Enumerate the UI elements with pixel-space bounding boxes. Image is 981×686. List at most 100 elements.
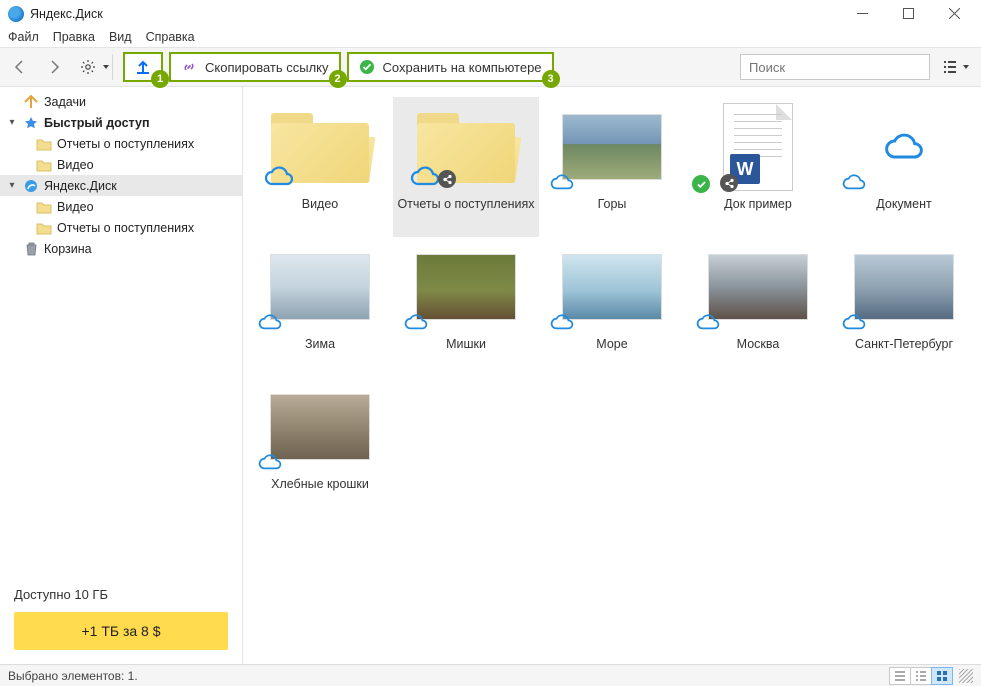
save-to-computer-button[interactable]: Сохранить на компьютере 3 <box>347 52 554 82</box>
badge-3: 3 <box>542 70 560 88</box>
menu-edit[interactable]: Правка <box>53 30 95 44</box>
cloud-icon <box>550 314 574 331</box>
sidebar-item-quick-access[interactable]: ▾ Быстрый доступ <box>0 112 242 133</box>
cloud-icon <box>258 314 282 331</box>
quick-access-label: Быстрый доступ <box>44 116 150 130</box>
image-thumb <box>402 243 530 331</box>
file-name: Видео <box>302 197 339 211</box>
sidebar-item-yandex-disk[interactable]: ▾ Яндекс.Диск <box>0 175 242 196</box>
file-name: Москва <box>737 337 780 351</box>
forward-button[interactable] <box>40 53 68 81</box>
file-item[interactable]: Горы <box>539 97 685 237</box>
sidebar-disk-item-0[interactable]: Видео <box>0 196 242 217</box>
menu-file[interactable]: Файл <box>8 30 39 44</box>
badge-2: 2 <box>329 70 347 88</box>
trash-label: Корзина <box>44 242 92 256</box>
sidebar-disk-item-1[interactable]: Отчеты о поступлениях <box>0 217 242 238</box>
doc-cloud-thumb <box>840 103 968 191</box>
minimize-button[interactable] <box>839 0 885 27</box>
image-thumb <box>548 103 676 191</box>
view-mode-button[interactable] <box>936 59 975 75</box>
file-name: Зима <box>305 337 335 351</box>
cloud-icon <box>842 174 866 191</box>
cloud-icon <box>258 454 282 471</box>
check-icon <box>359 59 375 75</box>
file-item[interactable]: Видео <box>247 97 393 237</box>
search-input[interactable] <box>747 59 927 76</box>
toolbar: 1 Скопировать ссылку 2 Сохранить на комп… <box>0 47 981 87</box>
storage-available: Доступно 10 ГБ <box>14 587 228 602</box>
star-icon <box>23 115 39 131</box>
resize-grip[interactable] <box>959 669 973 683</box>
collapse-icon[interactable]: ▾ <box>6 180 18 191</box>
sidebar-item-trash[interactable]: Корзина <box>0 238 242 259</box>
view-list-button[interactable] <box>910 667 932 685</box>
file-name: Море <box>596 337 627 351</box>
image-thumb <box>548 243 676 331</box>
disk-icon <box>23 178 39 194</box>
search-box[interactable] <box>740 54 930 80</box>
window-title: Яндекс.Диск <box>30 7 103 21</box>
cloud-icon <box>404 314 428 331</box>
yandex-disk-label: Яндекс.Диск <box>44 179 117 193</box>
status-bar: Выбрано элементов: 1. <box>0 664 981 686</box>
file-grid[interactable]: Видео Отчеты о поступленияхГорыW Док приме… <box>243 87 981 664</box>
image-thumb <box>840 243 968 331</box>
trash-icon <box>23 241 39 257</box>
file-name: Мишки <box>446 337 486 351</box>
menu-view[interactable]: Вид <box>109 30 132 44</box>
chevron-down-icon <box>963 65 969 69</box>
cloud-icon <box>550 174 574 191</box>
folder-tree: Задачи ▾ Быстрый доступ Отчеты о поступл… <box>0 87 242 577</box>
upload-icon <box>134 58 152 76</box>
upload-button[interactable]: 1 <box>123 52 163 82</box>
file-item[interactable]: Отчеты о поступлениях <box>393 97 539 237</box>
settings-button[interactable] <box>74 53 102 81</box>
close-button[interactable] <box>931 0 977 27</box>
file-item[interactable]: Зима <box>247 237 393 377</box>
back-button[interactable] <box>6 53 34 81</box>
image-thumb <box>256 383 384 471</box>
folder-icon <box>36 220 52 236</box>
file-item[interactable]: Документ <box>831 97 977 237</box>
file-item[interactable]: Москва <box>685 237 831 377</box>
file-name: Санкт-Петербург <box>855 337 953 351</box>
copy-link-label: Скопировать ссылку <box>205 60 329 75</box>
collapse-icon[interactable]: ▾ <box>6 117 18 128</box>
file-name: Хлебные крошки <box>271 477 369 491</box>
view-switcher <box>890 667 953 685</box>
image-thumb <box>256 243 384 331</box>
link-icon <box>181 59 197 75</box>
folder-icon <box>36 199 52 215</box>
shared-icon <box>438 170 456 188</box>
file-item[interactable]: W Док пример <box>685 97 831 237</box>
menu-bar: Файл Правка Вид Справка <box>0 27 981 47</box>
sidebar-quick-item-0[interactable]: Отчеты о поступлениях <box>0 133 242 154</box>
cloud-icon <box>696 314 720 331</box>
file-name: Док пример <box>724 197 792 211</box>
file-item[interactable]: Море <box>539 237 685 377</box>
folder-thumb <box>256 103 384 191</box>
synced-icon <box>692 175 710 193</box>
shared-icon <box>720 174 738 192</box>
maximize-button[interactable] <box>885 0 931 27</box>
file-item[interactable]: Санкт-Петербург <box>831 237 977 377</box>
word-thumb: W <box>694 103 822 191</box>
menu-help[interactable]: Справка <box>146 30 195 44</box>
file-item[interactable]: Хлебные крошки <box>247 377 393 517</box>
view-details-button[interactable] <box>889 667 911 685</box>
sidebar-item-tasks[interactable]: Задачи <box>0 91 242 112</box>
title-bar: Яндекс.Диск <box>0 0 981 27</box>
sidebar-promo: Доступно 10 ГБ +1 ТБ за 8 $ <box>0 577 242 664</box>
file-item[interactable]: Мишки <box>393 237 539 377</box>
badge-1: 1 <box>151 70 169 88</box>
status-text: Выбрано элементов: 1. <box>8 669 138 683</box>
copy-link-button[interactable]: Скопировать ссылку 2 <box>169 52 341 82</box>
sidebar-quick-item-1[interactable]: Видео <box>0 154 242 175</box>
cloud-icon <box>410 166 440 187</box>
save-to-computer-label: Сохранить на компьютере <box>383 60 542 75</box>
separator <box>112 54 113 80</box>
upgrade-button[interactable]: +1 ТБ за 8 $ <box>14 612 228 650</box>
folder-thumb <box>402 103 530 191</box>
view-icons-button[interactable] <box>931 667 953 685</box>
